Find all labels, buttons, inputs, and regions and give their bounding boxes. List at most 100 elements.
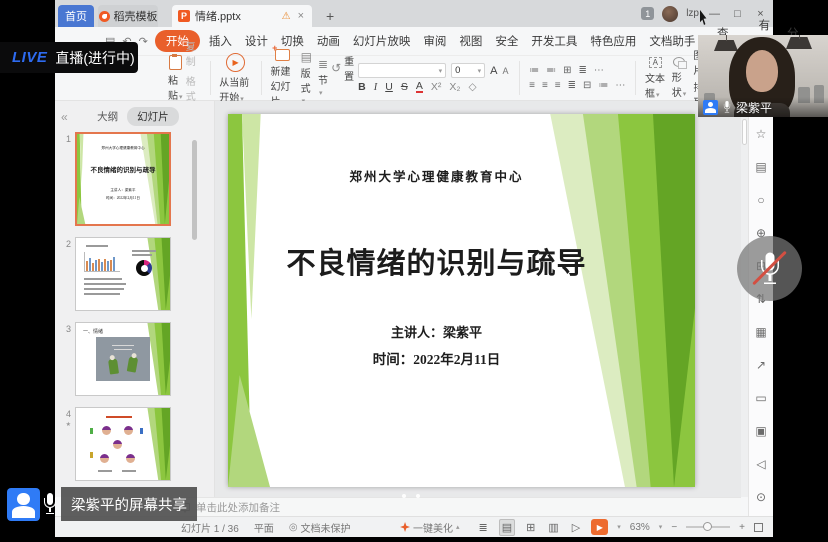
- align-right-icon[interactable]: ≡: [555, 80, 561, 91]
- fit-slide-button[interactable]: [754, 523, 763, 532]
- redo-icon[interactable]: ↷: [139, 35, 148, 48]
- record-icon[interactable]: ⊙: [756, 490, 766, 504]
- columns-icon[interactable]: ⊞: [563, 65, 571, 76]
- user-avatar[interactable]: [662, 6, 678, 22]
- align-more-icon[interactable]: ⋯: [615, 80, 625, 91]
- reading-view-button[interactable]: ▥: [546, 520, 560, 535]
- line-spacing-icon[interactable]: ≣: [578, 65, 586, 76]
- menu-view[interactable]: 视图: [459, 33, 482, 49]
- tab-docer[interactable]: 稻壳模板: [98, 5, 158, 27]
- italic-button[interactable]: I: [374, 82, 378, 93]
- menu-security[interactable]: 安全: [495, 33, 518, 49]
- menubar: ▤ ↶ ↷ 开始 插入 设计 切换 动画 幻灯片放映 审阅 视图 安全 开发工具…: [55, 27, 773, 56]
- superscript-button[interactable]: X²: [431, 81, 442, 93]
- sharer-avatar-badge[interactable]: [7, 488, 40, 521]
- indent-icon[interactable]: ≔: [598, 80, 608, 91]
- section-button[interactable]: ≣ 节: [315, 58, 331, 98]
- layers-icon[interactable]: ▤: [755, 160, 766, 174]
- justify-icon[interactable]: ≣: [568, 80, 576, 91]
- zoom-level[interactable]: 63%: [630, 522, 650, 533]
- export-icon[interactable]: ↗: [756, 358, 766, 372]
- canvas-scrollbar[interactable]: [741, 101, 748, 497]
- slide-thumbnail-1[interactable]: 郑州大学心理健康教育中心 不良情绪的识别与疏导 主讲人：梁紫平 时间：2022年…: [75, 132, 171, 226]
- zoom-slider-knob[interactable]: [703, 522, 712, 531]
- paste-button[interactable]: 粘贴: [165, 55, 186, 102]
- slide-sorter-view-button[interactable]: ⊞: [524, 520, 537, 535]
- notification-badge[interactable]: 1: [641, 7, 654, 20]
- new-tab-button[interactable]: +: [322, 5, 338, 27]
- slideshow-view-button[interactable]: ▷: [570, 520, 582, 535]
- shapes-icon[interactable]: ○: [757, 193, 764, 207]
- zoom-in-button[interactable]: +: [739, 522, 745, 533]
- speaker-icon[interactable]: ◁: [756, 457, 765, 471]
- slide-presenter-text[interactable]: 主讲人：梁紫平: [253, 322, 620, 341]
- font-name-select[interactable]: ▾: [358, 63, 446, 78]
- zoom-caret[interactable]: ▾: [659, 523, 663, 531]
- slide-org-text[interactable]: 郑州大学心理健康教育中心: [253, 166, 620, 185]
- beautify-button[interactable]: 一键美化 ▴: [400, 520, 460, 535]
- font-color-button[interactable]: A: [416, 81, 423, 93]
- bullets-icon[interactable]: ≔: [529, 65, 539, 76]
- shapes-button[interactable]: 形状: [669, 57, 690, 99]
- slideshow-play-button[interactable]: ▶: [591, 519, 608, 535]
- theme-name[interactable]: 平面: [254, 520, 274, 535]
- current-slide[interactable]: 郑州大学心理健康教育中心 不良情绪的识别与疏导 主讲人：梁紫平 时间：2022年…: [228, 114, 695, 487]
- menu-slideshow[interactable]: 幻灯片放映: [353, 33, 411, 49]
- participant-video-tile[interactable]: 梁紫平: [698, 35, 828, 117]
- protection-status[interactable]: ◎ 文档未保护: [289, 520, 351, 535]
- numbering-icon[interactable]: ≕: [546, 65, 556, 76]
- decrease-font-button[interactable]: A: [502, 66, 508, 76]
- slide-title-text[interactable]: 不良情绪的识别与疏导: [253, 240, 620, 282]
- notes-bar[interactable]: 单击此处添加备注: [168, 497, 741, 516]
- menu-features[interactable]: 特色应用: [590, 33, 636, 49]
- shapes-icon: [673, 57, 685, 67]
- new-slide-button[interactable]: 新建幻灯片: [268, 49, 298, 108]
- menu-insert[interactable]: 插入: [209, 33, 232, 49]
- sharer-mic-icon[interactable]: [42, 492, 58, 516]
- clear-format-button[interactable]: ◇: [468, 81, 476, 93]
- tab-slides[interactable]: 幻灯片: [127, 107, 179, 126]
- image-icon[interactable]: ▣: [755, 424, 766, 438]
- normal-view-button[interactable]: ▤: [499, 519, 515, 536]
- layout-button[interactable]: ▤ 版式: [298, 51, 315, 106]
- menu-animation[interactable]: 动画: [317, 33, 340, 49]
- tab-outline[interactable]: 大纲: [97, 109, 118, 124]
- canvas-scrollbar-thumb[interactable]: [742, 119, 747, 145]
- slide-thumbnail-3[interactable]: 一、情绪: [75, 322, 171, 396]
- menu-review[interactable]: 审阅: [423, 33, 446, 49]
- collapse-panel-icon[interactable]: «: [61, 110, 68, 124]
- zoom-slider[interactable]: [686, 526, 730, 528]
- tab-close-icon[interactable]: ×: [296, 10, 306, 22]
- play-from-current-button[interactable]: ▶ 从当前开始: [216, 53, 255, 104]
- distribute-icon[interactable]: ⊟: [583, 80, 591, 91]
- tab-home[interactable]: 首页: [58, 5, 94, 27]
- outline-view-button[interactable]: ≣: [477, 520, 490, 535]
- bold-button[interactable]: B: [358, 81, 366, 93]
- underline-button[interactable]: U: [385, 81, 393, 93]
- card-icon[interactable]: ▭: [755, 391, 766, 405]
- play-options-caret[interactable]: ▾: [617, 523, 621, 531]
- strikethrough-button[interactable]: S: [401, 81, 408, 93]
- effects-icon[interactable]: ☆: [756, 127, 767, 141]
- menu-design[interactable]: 设计: [245, 33, 268, 49]
- menu-devtools[interactable]: 开发工具: [531, 33, 577, 49]
- reset-button[interactable]: ↺ 重置: [331, 53, 354, 83]
- text-box-button[interactable]: A 文本框: [642, 57, 669, 100]
- panel-scrollbar[interactable]: [192, 140, 197, 240]
- subscript-button[interactable]: X₂: [449, 81, 460, 93]
- para-more-icon[interactable]: ⋯: [594, 65, 604, 76]
- chart-icon[interactable]: ▦: [755, 325, 766, 339]
- slide-thumbnail-4[interactable]: [75, 407, 171, 481]
- copy-button[interactable]: 复制: [186, 38, 204, 68]
- menu-transition[interactable]: 切换: [281, 33, 304, 49]
- increase-font-button[interactable]: A: [490, 65, 497, 77]
- tab-document[interactable]: P 情绪.pptx ⚠ ×: [172, 5, 312, 27]
- align-center-icon[interactable]: ≡: [542, 80, 548, 91]
- mic-muted-indicator[interactable]: [737, 236, 802, 301]
- zoom-out-button[interactable]: −: [671, 522, 677, 533]
- menu-doc-assistant[interactable]: 文档助手: [649, 33, 695, 49]
- font-size-select[interactable]: 0▾: [451, 63, 485, 78]
- slide-thumbnail-2[interactable]: [75, 237, 171, 311]
- align-left-icon[interactable]: ≡: [529, 80, 535, 91]
- slide-date-text[interactable]: 时间：2022年2月11日: [253, 348, 620, 368]
